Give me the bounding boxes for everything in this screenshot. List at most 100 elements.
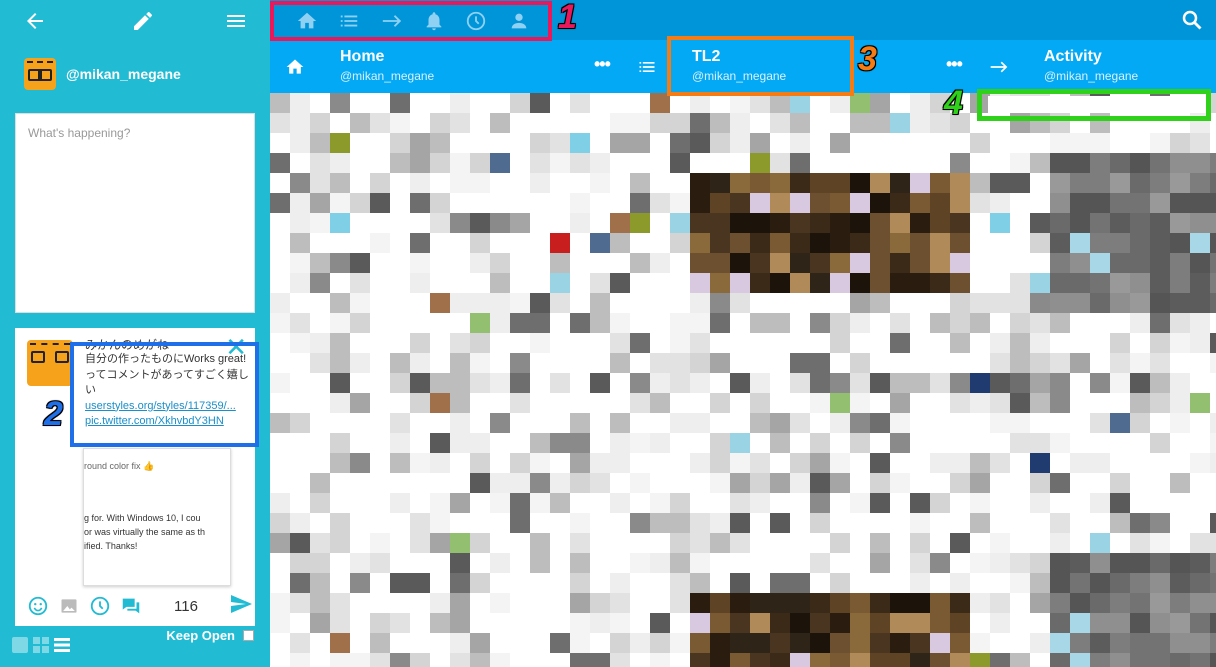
pixel-block [850, 273, 870, 293]
pixel-block [710, 213, 730, 233]
back-arrow-icon[interactable] [22, 8, 48, 34]
pixel-block [1050, 273, 1070, 293]
pixel-block [910, 553, 930, 573]
pixel-block [1190, 273, 1210, 293]
column-title: Activity [1044, 48, 1102, 65]
pixel-block [730, 593, 750, 613]
pixel-block [310, 253, 330, 273]
pixel-block [690, 193, 710, 213]
pixel-block [970, 373, 990, 393]
pixel-block [450, 613, 470, 633]
list-layout-icon[interactable] [54, 637, 70, 653]
pixel-block [690, 513, 710, 533]
pixel-block [1130, 633, 1150, 653]
pixel-block [910, 593, 930, 613]
pixel-block [1170, 613, 1190, 633]
pixel-block [950, 533, 970, 553]
pixel-block [1190, 253, 1210, 273]
pixel-block [990, 173, 1010, 193]
reply-thread-icon[interactable] [116, 595, 147, 617]
pixel-block [490, 313, 510, 333]
search-icon[interactable] [1180, 8, 1206, 34]
pixel-block [290, 93, 310, 113]
pixel-block [890, 633, 910, 653]
pixel-block [570, 313, 590, 333]
character-count: 116 [174, 597, 198, 615]
more-options-icon[interactable]: ••• [946, 54, 963, 75]
keep-open-checkbox[interactable] [243, 630, 254, 641]
pixel-block [450, 353, 470, 373]
pixel-block [770, 313, 790, 333]
image-icon[interactable] [54, 596, 85, 616]
compose-box [15, 113, 255, 313]
pixel-block [1170, 573, 1190, 593]
pixel-block [610, 273, 630, 293]
grid-icon[interactable] [33, 637, 49, 653]
pixel-block [490, 293, 510, 313]
pixel-block [870, 273, 890, 293]
pixel-block [990, 453, 1010, 473]
pixel-block [1210, 633, 1216, 653]
pixel-block [390, 573, 410, 593]
account-selector[interactable]: @mikan_megane [24, 58, 181, 90]
pixel-block [1090, 533, 1110, 553]
pixel-block [670, 313, 690, 333]
send-icon[interactable] [229, 592, 253, 621]
pixel-block [990, 653, 1010, 667]
pixel-block [470, 233, 490, 253]
pixel-block [310, 193, 330, 213]
pixel-block [1130, 613, 1150, 633]
pixel-block [790, 213, 810, 233]
pixel-block [610, 613, 630, 633]
compose-input[interactable] [16, 114, 254, 312]
clock-icon[interactable] [85, 595, 116, 617]
pixel-block [450, 393, 470, 413]
pixel-block [1210, 353, 1216, 373]
pixel-block [790, 453, 810, 473]
pixel-block [570, 133, 590, 153]
pixel-block [310, 353, 330, 373]
pixel-block [670, 213, 690, 233]
pixel-block [590, 233, 610, 253]
pixel-block [270, 153, 290, 173]
pixel-block [830, 233, 850, 253]
pixel-block [630, 253, 650, 273]
pixel-block [830, 613, 850, 633]
pixel-block [410, 173, 430, 193]
pixel-block [1050, 613, 1070, 633]
more-options-icon[interactable]: ••• [594, 54, 611, 75]
pixel-block [1110, 253, 1130, 273]
pixel-block [1010, 373, 1030, 393]
column-user: @mikan_megane [1044, 69, 1139, 83]
keep-open-toggle[interactable]: Keep Open [166, 628, 254, 643]
pixel-block [710, 393, 730, 413]
pixel-block [770, 633, 790, 653]
single-column-icon[interactable] [12, 637, 28, 653]
pixel-block [490, 373, 510, 393]
pixel-block [850, 613, 870, 633]
column-header-activity[interactable]: Activity @mikan_megane [970, 40, 1216, 93]
pixel-block [1010, 573, 1030, 593]
pixel-block [630, 513, 650, 533]
pixel-block [790, 133, 810, 153]
pixel-block [950, 593, 970, 613]
pixel-block [870, 113, 890, 133]
pixel-block [1050, 133, 1070, 153]
pixel-block [690, 233, 710, 253]
pixel-block [410, 353, 430, 373]
column-header-home[interactable]: Home @mikan_megane ••• [270, 40, 630, 93]
pixel-block [770, 433, 790, 453]
compose-pencil-icon[interactable] [130, 8, 156, 34]
tweet-image[interactable]: round color fix 👍 g for. With Windows 10… [83, 448, 231, 586]
menu-icon[interactable] [223, 8, 249, 34]
pixel-block [290, 553, 310, 573]
pixel-block [1210, 453, 1216, 473]
pixel-block [1190, 573, 1210, 593]
annotation-box-1 [270, 1, 552, 41]
pixel-block [630, 433, 650, 453]
emoji-icon[interactable] [23, 595, 54, 617]
pixel-block [470, 213, 490, 233]
pixel-block [410, 193, 430, 213]
pixel-block [950, 233, 970, 253]
pixel-block [930, 233, 950, 253]
